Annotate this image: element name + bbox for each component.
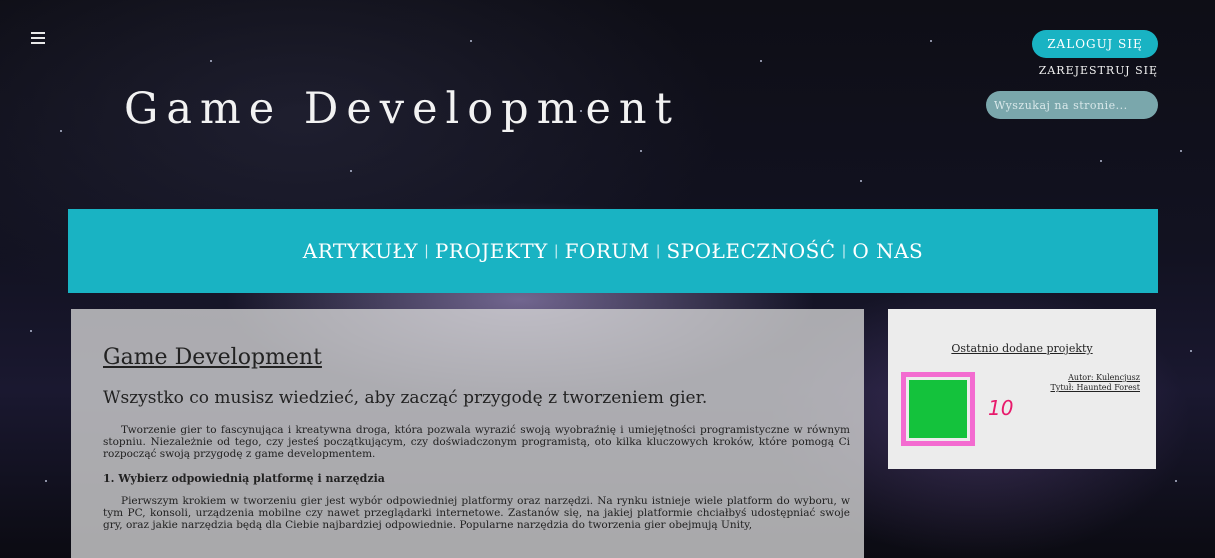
annotation-label: 10 [988,396,1014,420]
recent-projects-title: Ostatnio dodane projekty [951,342,1093,355]
article-title: Game Development [103,345,322,370]
site-title: Game Development [124,84,680,134]
nav-item-projects[interactable]: PROJEKTY [435,239,548,263]
project-thumbnail[interactable] [901,372,975,446]
project-title[interactable]: Tytuł: Haunted Forest [1050,383,1140,392]
section-text: Pierwszym krokiem w tworzeniu gier jest … [103,495,850,531]
article-panel: Game Development Wszystko co musisz wied… [71,309,864,558]
nav-item-articles[interactable]: ARTYKUŁY [303,239,418,263]
nav-item-community[interactable]: SPOŁECZNOŚĆ [666,239,835,263]
search-input[interactable] [986,91,1158,119]
nav-separator: | [655,243,661,259]
project-author[interactable]: Autor: Kulencjusz [1068,373,1140,382]
nav-separator: | [553,243,559,259]
main-navbar: ARTYKUŁY | PROJEKTY | FORUM | SPOŁECZNOŚ… [68,209,1158,293]
nav-item-about[interactable]: O NAS [852,239,923,263]
hamburger-menu-icon[interactable] [31,31,45,45]
nav-item-forum[interactable]: FORUM [565,239,650,263]
nav-separator: | [424,243,429,259]
article-subtitle: Wszystko co musisz wiedzieć, aby zacząć … [103,388,708,408]
project-thumbnail-image [909,380,967,438]
section-heading: 1. Wybierz odpowiednią platformę i narzę… [103,472,385,485]
recent-projects-panel: Ostatnio dodane projekty Autor: Kulencju… [888,309,1156,469]
register-link[interactable]: ZAREJESTRUJ SIĘ [1024,64,1158,77]
article-intro: Tworzenie gier to fascynująca i kreatywn… [103,424,850,460]
nav-separator: | [841,243,847,259]
login-button[interactable]: ZALOGUJ SIĘ [1032,30,1158,58]
